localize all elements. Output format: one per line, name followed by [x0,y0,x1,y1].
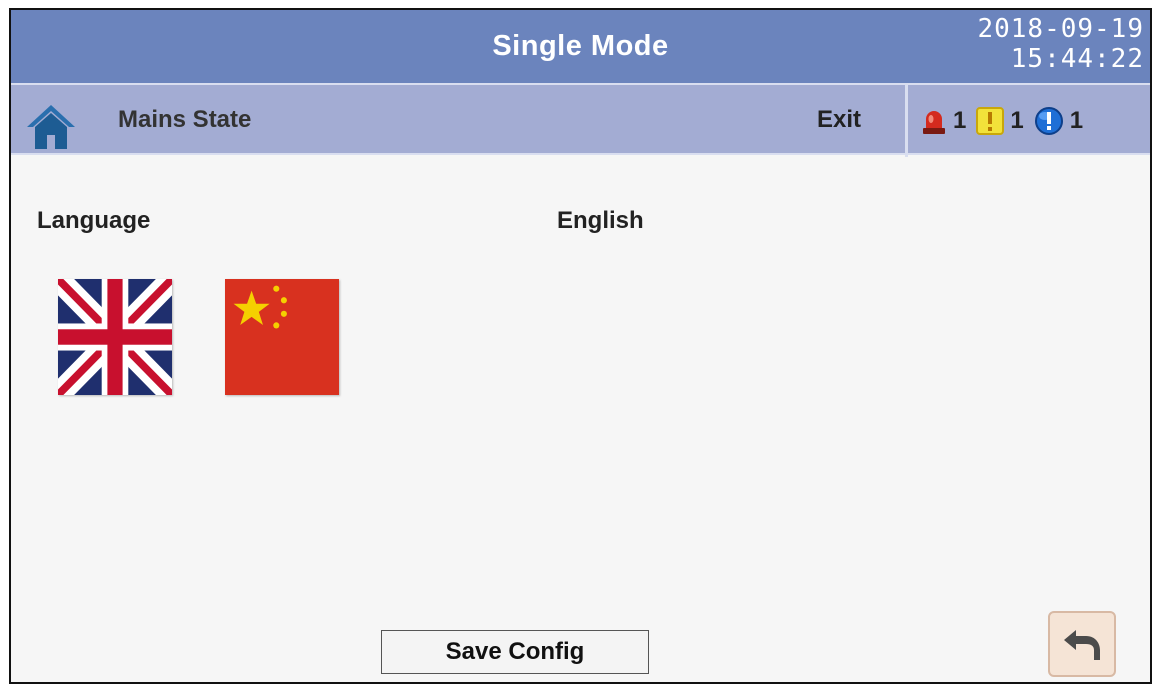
exit-button[interactable]: Exit [817,85,861,157]
language-label: Language [37,207,151,234]
back-button[interactable] [1048,611,1116,677]
breadcrumb: Mains State [118,106,252,133]
alarm-warning-count: 1 [1010,107,1024,134]
yellow-warning-icon [976,107,1005,135]
blue-info-icon [1034,107,1063,135]
red-alarm-light-icon [923,111,945,134]
language-value: English [557,207,644,234]
time-text: 15:44:22 [1010,44,1144,74]
date-text: 2018-09-19 [977,14,1144,44]
save-config-button[interactable]: Save Config [381,630,649,674]
alarm-warning[interactable]: 1 [976,107,1024,135]
alarm-critical[interactable]: 1 [921,107,966,135]
settings-panel: Language English Save Config [11,155,1150,682]
uk-flag-icon[interactable] [58,279,172,395]
datetime-display: 2018-09-19 15:44:22 [977,14,1144,74]
alarm-info[interactable]: 1 [1034,106,1083,136]
china-flag-icon[interactable] [225,279,339,395]
title-bar: Single Mode 2018-09-19 15:44:22 [11,10,1150,83]
alarm-indicators: 1 1 1 [921,85,1087,157]
divider [905,85,908,157]
back-arrow-icon [1064,630,1100,660]
screen-frame: Single Mode 2018-09-19 15:44:22 Mains St… [9,8,1152,684]
alarm-critical-count: 1 [953,107,967,134]
status-bar: Mains State Exit 1 1 1 [11,83,1150,157]
home-icon[interactable] [25,103,77,151]
alarm-info-count: 1 [1069,107,1084,134]
